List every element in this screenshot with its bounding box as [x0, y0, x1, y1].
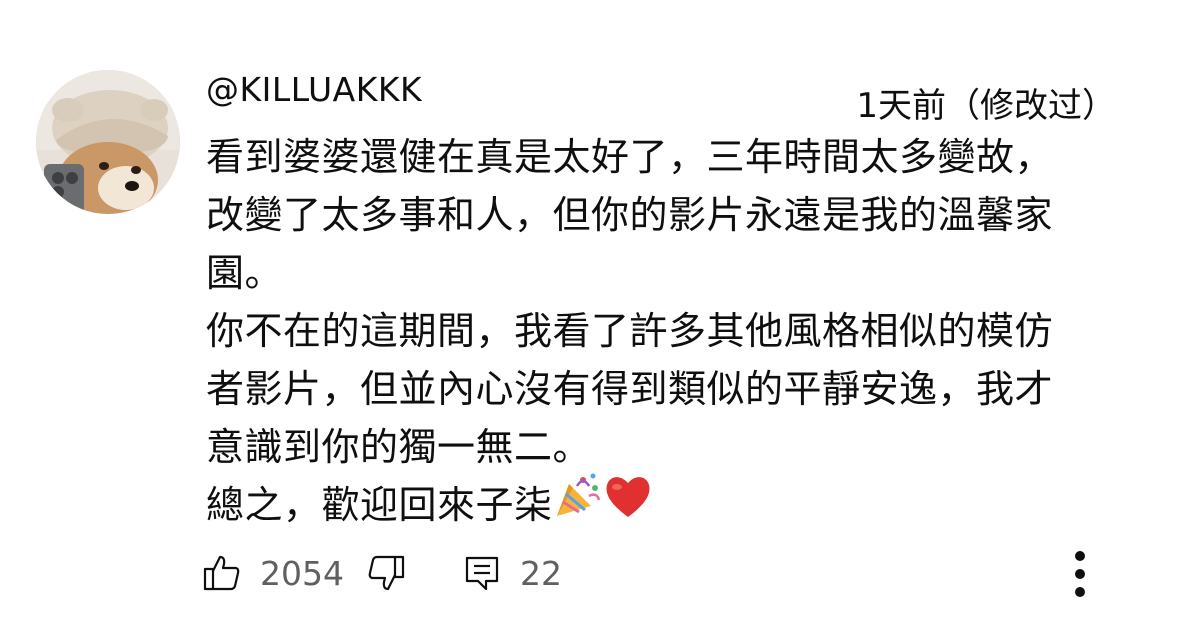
- like-count: 2054: [260, 553, 344, 593]
- reply-comment-icon[interactable]: [460, 551, 504, 595]
- comment-line: 意識到你的獨一無二。: [206, 425, 592, 469]
- thumbs-down-icon[interactable]: [364, 551, 408, 595]
- like-action: 2054: [200, 546, 344, 600]
- dislike-action: [364, 546, 408, 600]
- reply-count: 22: [520, 553, 562, 593]
- comment-line: 者影片，但並內心沒有得到類似的平靜安逸，我才: [206, 367, 1054, 411]
- comment-line-text: 總之，歡迎回來子柒: [206, 483, 553, 527]
- comment-body: 看到婆婆還健在真是太好了，三年時間太多變故， 改變了太多事和人，但你的影片永遠是…: [206, 128, 1136, 534]
- comment-line: 改變了太多事和人，但你的影片永遠是我的溫馨家: [206, 193, 1054, 237]
- comment-last-line: 總之，歡迎回來子柒: [206, 473, 1136, 535]
- comment-line: 園。: [206, 251, 284, 295]
- thumbs-up-icon[interactable]: [200, 551, 244, 595]
- author-handle[interactable]: @KILLUAKKK: [206, 70, 422, 109]
- comment-timestamp[interactable]: 1天前（修改过）: [856, 78, 1116, 127]
- reply-action: 22: [460, 546, 562, 600]
- comment-header: @KILLUAKKK 1天前（修改过）: [206, 68, 1116, 126]
- comment-line: 看到婆婆還健在真是太好了，三年時間太多變故，: [206, 135, 1054, 179]
- avatar[interactable]: [36, 70, 180, 214]
- comment-line: 你不在的這期間，我看了許多其他風格相似的模仿: [206, 309, 1054, 353]
- comment-actions: 2054 22: [200, 546, 1200, 600]
- more-vertical-icon[interactable]: [1060, 546, 1100, 602]
- red-heart-icon: [603, 473, 653, 535]
- party-popper-icon: [553, 472, 603, 536]
